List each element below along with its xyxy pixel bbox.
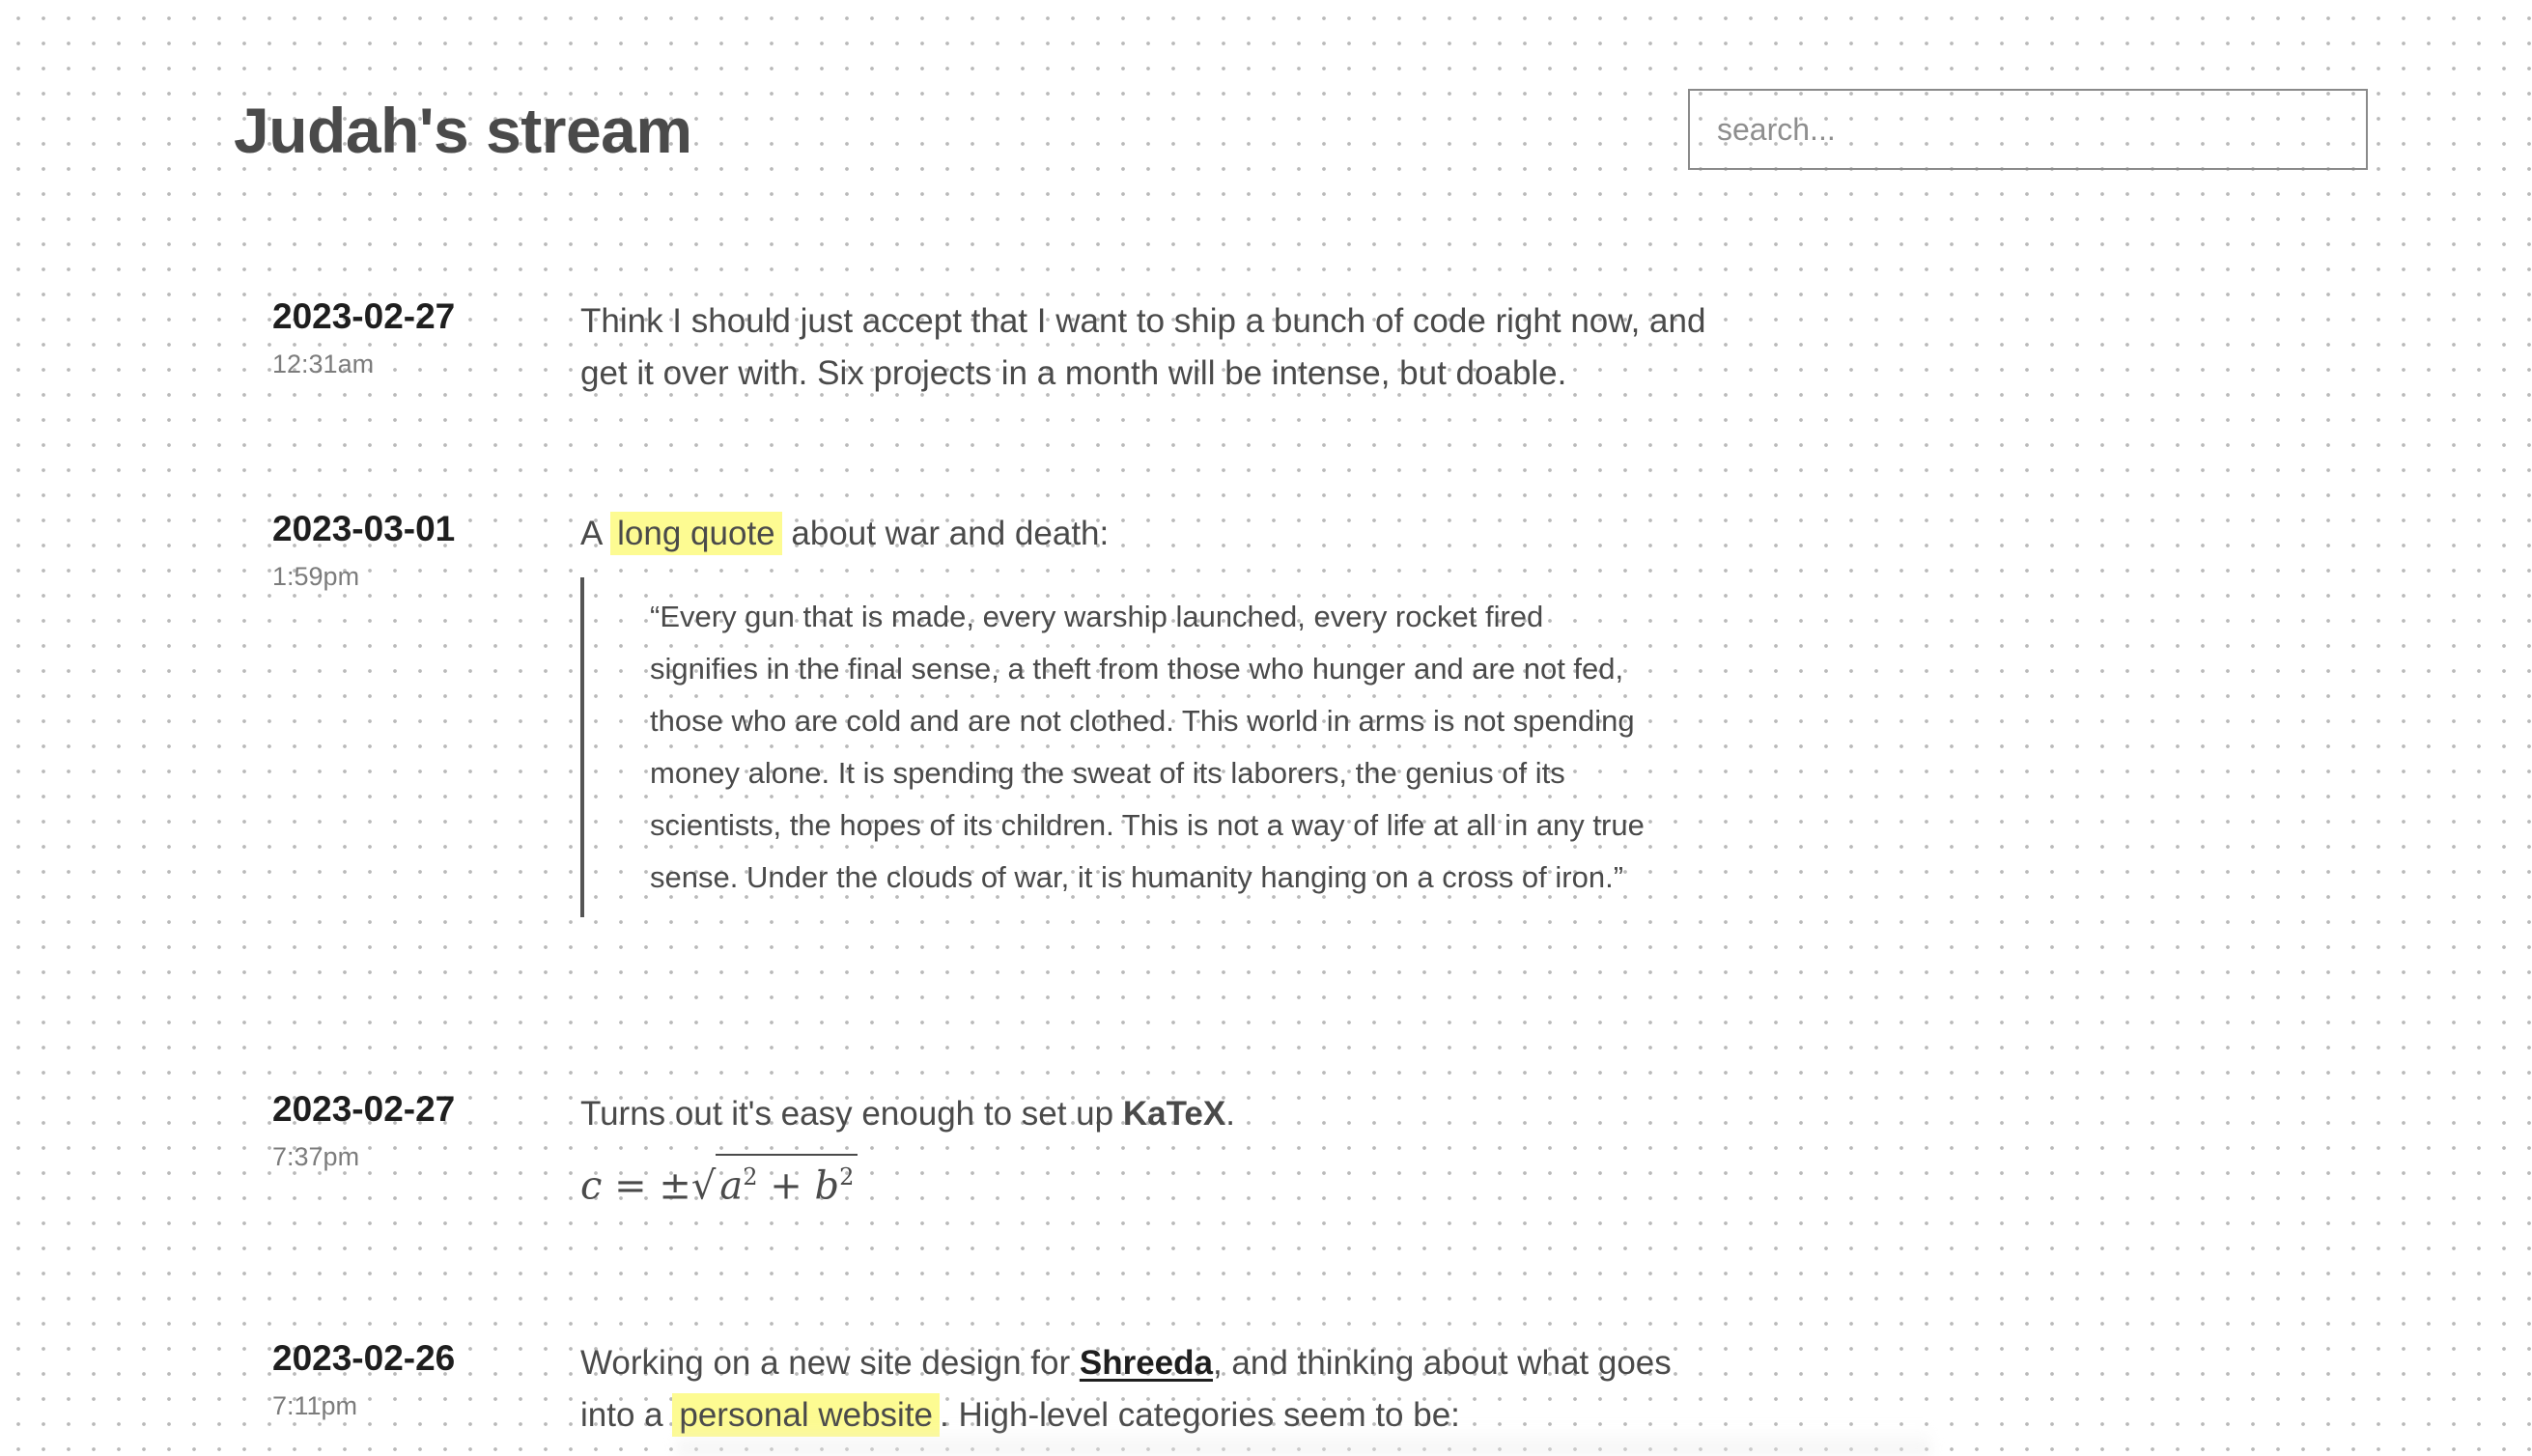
entry-body: Think I should just accept that I want t… <box>580 295 1720 400</box>
math-exponent: 2 <box>743 1163 758 1190</box>
bottom-fade <box>676 1427 1931 1456</box>
long-quote-link[interactable]: long quote <box>610 512 782 555</box>
entry-time: 7:11pm <box>272 1391 358 1420</box>
entry-time: 12:31am <box>272 350 375 378</box>
entry-body: A long quote about war and death: “Every… <box>580 508 1720 917</box>
math-formula: c = ±√ a2 + b2 <box>580 1154 858 1215</box>
entry-text-before: A <box>580 515 602 552</box>
math-radicand: a2 + b2 <box>716 1154 858 1207</box>
entry-date: 2023-03-01 <box>272 509 456 548</box>
shreeda-link[interactable]: Shreeda <box>1080 1344 1213 1382</box>
entry-text: Turns out it's easy enough to set up KaT… <box>580 1088 1720 1140</box>
entry-time: 1:59pm <box>272 562 360 591</box>
entry-text-after: . <box>1225 1095 1235 1133</box>
entry-text: Working on a new site design for Shreeda… <box>580 1337 1720 1442</box>
math-symbol: + <box>770 1163 802 1209</box>
math-symbol: c <box>580 1163 603 1209</box>
katex-label: KaTeX <box>1122 1095 1226 1133</box>
site-title: Judah's stream <box>234 95 692 166</box>
math-symbol: b <box>814 1163 840 1209</box>
entry-text-after: about war and death: <box>791 515 1110 552</box>
math-radical: √ <box>690 1163 717 1209</box>
entry-text: Think I should just accept that I want t… <box>580 302 1706 392</box>
math-symbol: ± <box>659 1163 691 1209</box>
math-exponent: 2 <box>839 1163 855 1190</box>
search-input[interactable] <box>1688 89 2368 170</box>
entry-date: 2023-02-27 <box>272 296 456 336</box>
math-symbol: a <box>719 1163 744 1209</box>
entry-text-before: Turns out it's easy enough to set up <box>580 1095 1114 1133</box>
entry-time: 7:37pm <box>272 1142 360 1171</box>
entry-date: 2023-02-27 <box>272 1089 456 1129</box>
math-symbol: = <box>614 1163 647 1209</box>
entry-body: Turns out it's easy enough to set up KaT… <box>580 1088 1720 1208</box>
entry-date: 2023-02-26 <box>272 1338 456 1378</box>
entry-body: Working on a new site design for Shreeda… <box>580 1337 1720 1442</box>
blockquote: “Every gun that is made, every warship l… <box>580 577 1652 917</box>
entry-text-before: Working on a new site design for <box>580 1344 1071 1382</box>
entry-text: A long quote about war and death: <box>580 508 1720 560</box>
